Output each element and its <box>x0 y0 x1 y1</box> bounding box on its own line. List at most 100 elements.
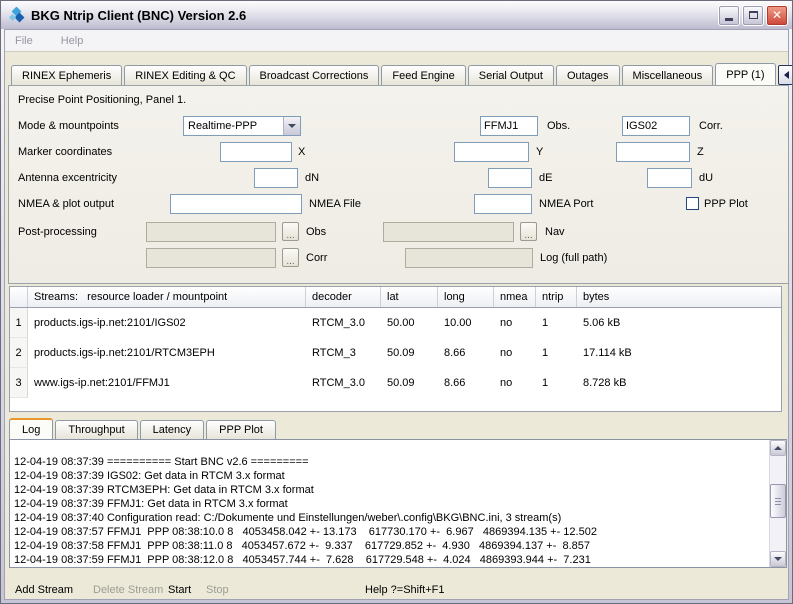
log-line: 12-04-19 08:37:39 ========== Start BNC v… <box>14 455 769 469</box>
tab-ppp-1[interactable]: PPP (1) <box>715 63 775 85</box>
marker-y-field[interactable] <box>454 142 529 162</box>
tab-throughput[interactable]: Throughput <box>55 420 137 439</box>
marker-z-field[interactable] <box>616 142 690 162</box>
cell-long: 8.66 <box>438 347 494 359</box>
row-number: 3 <box>10 368 28 398</box>
ppp-plot-checkbox[interactable] <box>686 197 699 210</box>
tab-serial-output[interactable]: Serial Output <box>468 65 554 85</box>
nmea-port-field[interactable] <box>474 194 532 214</box>
scrollbar-thumb[interactable] <box>770 484 786 518</box>
cell-bytes: 5.06 kB <box>577 317 781 329</box>
obs-mountpoint-field[interactable] <box>480 116 538 136</box>
row-number: 2 <box>10 338 28 368</box>
log-line: 12-04-19 08:37:40 Configuration read: C:… <box>14 511 769 525</box>
nmea-file-field[interactable] <box>170 194 302 214</box>
tab-rinex-editing-qc[interactable]: RINEX Editing & QC <box>124 65 246 85</box>
dn-label: dN <box>305 168 319 188</box>
y-label: Y <box>536 142 543 162</box>
minimize-icon <box>725 18 733 21</box>
tab-feed-engine[interactable]: Feed Engine <box>381 65 465 85</box>
tab-scroll-left-button[interactable] <box>778 65 793 85</box>
tab-miscellaneous[interactable]: Miscellaneous <box>622 65 714 85</box>
header-nmea[interactable]: nmea <box>494 287 536 307</box>
header-lat[interactable]: lat <box>381 287 438 307</box>
cell-nmea: no <box>494 377 536 389</box>
cell-mountpoint: www.igs-ip.net:2101/FFMJ1 <box>28 377 306 389</box>
nmea-port-label: NMEA Port <box>539 194 593 214</box>
arrow-up-icon <box>774 446 782 450</box>
cell-long: 10.00 <box>438 317 494 329</box>
table-row[interactable]: 1 products.igs-ip.net:2101/IGS02 RTCM_3.… <box>10 308 781 338</box>
header-decoder[interactable]: decoder <box>306 287 381 307</box>
ppp-plot-checkbox-label: PPP Plot <box>704 194 748 214</box>
cell-ntrip: 1 <box>536 347 577 359</box>
cell-ntrip: 1 <box>536 377 577 389</box>
chevron-down-icon <box>288 124 296 128</box>
combobox-dropdown-button[interactable] <box>283 117 300 135</box>
log-line: 12-04-19 08:37:39 IGS02: Get data in RTC… <box>14 469 769 483</box>
cell-decoder: RTCM_3 <box>306 347 381 359</box>
nmea-file-label: NMEA File <box>309 194 361 214</box>
cell-lat: 50.09 <box>381 347 438 359</box>
antenna-du-field[interactable] <box>647 168 692 188</box>
tab-ppp-plot[interactable]: PPP Plot <box>206 420 276 439</box>
client-area: File Help RINEX Ephemeris RINEX Editing … <box>4 29 789 600</box>
corr-label: Corr. <box>699 116 723 136</box>
streams-table: Streams: resource loader / mountpoint de… <box>9 286 782 412</box>
post-corr-field <box>146 248 276 268</box>
post-nav-browse-button[interactable]: ... <box>520 222 537 241</box>
header-long[interactable]: long <box>438 287 494 307</box>
header-mountpoint[interactable]: Streams: resource loader / mountpoint <box>28 287 306 307</box>
maximize-icon <box>749 11 758 19</box>
cell-lat: 50.09 <box>381 377 438 389</box>
close-icon: ✕ <box>772 9 782 21</box>
app-icon <box>9 7 26 24</box>
start-button[interactable]: Start <box>168 584 191 596</box>
scroll-up-button[interactable] <box>770 440 786 456</box>
workspace: RINEX Ephemeris RINEX Editing & QC Broad… <box>5 53 788 599</box>
post-corr-browse-button[interactable]: ... <box>282 248 299 267</box>
cell-decoder: RTCM_3.0 <box>306 317 381 329</box>
table-row[interactable]: 3 www.igs-ip.net:2101/FFMJ1 RTCM_3.0 50.… <box>10 368 781 398</box>
post-nav-field <box>383 222 514 242</box>
cell-nmea: no <box>494 347 536 359</box>
tab-broadcast-corrections[interactable]: Broadcast Corrections <box>249 65 380 85</box>
marker-x-field[interactable] <box>220 142 292 162</box>
tab-log[interactable]: Log <box>9 418 53 439</box>
antenna-de-field[interactable] <box>488 168 532 188</box>
tab-outages[interactable]: Outages <box>556 65 620 85</box>
de-label: dE <box>539 168 552 188</box>
menu-bar: File Help <box>5 30 788 52</box>
table-row[interactable]: 2 products.igs-ip.net:2101/RTCM3EPH RTCM… <box>10 338 781 368</box>
menu-file[interactable]: File <box>15 35 33 47</box>
stop-button[interactable]: Stop <box>206 584 229 596</box>
mode-combobox[interactable]: Realtime-PPP <box>183 116 301 136</box>
maximize-button[interactable] <box>742 5 764 26</box>
antenna-dn-field[interactable] <box>254 168 298 188</box>
window-title: BKG Ntrip Client (BNC) Version 2.6 <box>31 8 718 23</box>
log-scrollbar[interactable] <box>769 440 786 567</box>
log-line: 12-04-19 08:37:39 RTCM3EPH: Get data in … <box>14 483 769 497</box>
tab-latency[interactable]: Latency <box>140 420 205 439</box>
minimize-button[interactable] <box>718 5 740 26</box>
header-bytes[interactable]: bytes <box>577 287 781 307</box>
scroll-down-button[interactable] <box>770 551 786 567</box>
cell-decoder: RTCM_3.0 <box>306 377 381 389</box>
log-line: 12-04-19 08:37:59 FFMJ1 PPP 08:38:12.0 8… <box>14 553 769 567</box>
menu-help[interactable]: Help <box>61 35 84 47</box>
header-ntrip[interactable]: ntrip <box>536 287 577 307</box>
close-button[interactable]: ✕ <box>766 5 788 26</box>
tab-rinex-ephemeris[interactable]: RINEX Ephemeris <box>11 65 122 85</box>
du-label: dU <box>699 168 713 188</box>
arrow-left-icon <box>784 71 789 79</box>
post-log-label: Log (full path) <box>540 248 607 268</box>
top-tab-bar: RINEX Ephemeris RINEX Editing & QC Broad… <box>11 63 782 85</box>
panel-caption: Precise Point Positioning, Panel 1. <box>18 94 186 106</box>
log-text[interactable]: 12-04-19 08:37:39 ========== Start BNC v… <box>10 440 769 567</box>
delete-stream-button[interactable]: Delete Stream <box>93 584 163 596</box>
streams-table-header: Streams: resource loader / mountpoint de… <box>10 287 781 308</box>
add-stream-button[interactable]: Add Stream <box>15 584 73 596</box>
bottom-tab-bar: Log Throughput Latency PPP Plot <box>9 418 278 439</box>
post-obs-browse-button[interactable]: ... <box>282 222 299 241</box>
corr-mountpoint-field[interactable] <box>622 116 690 136</box>
